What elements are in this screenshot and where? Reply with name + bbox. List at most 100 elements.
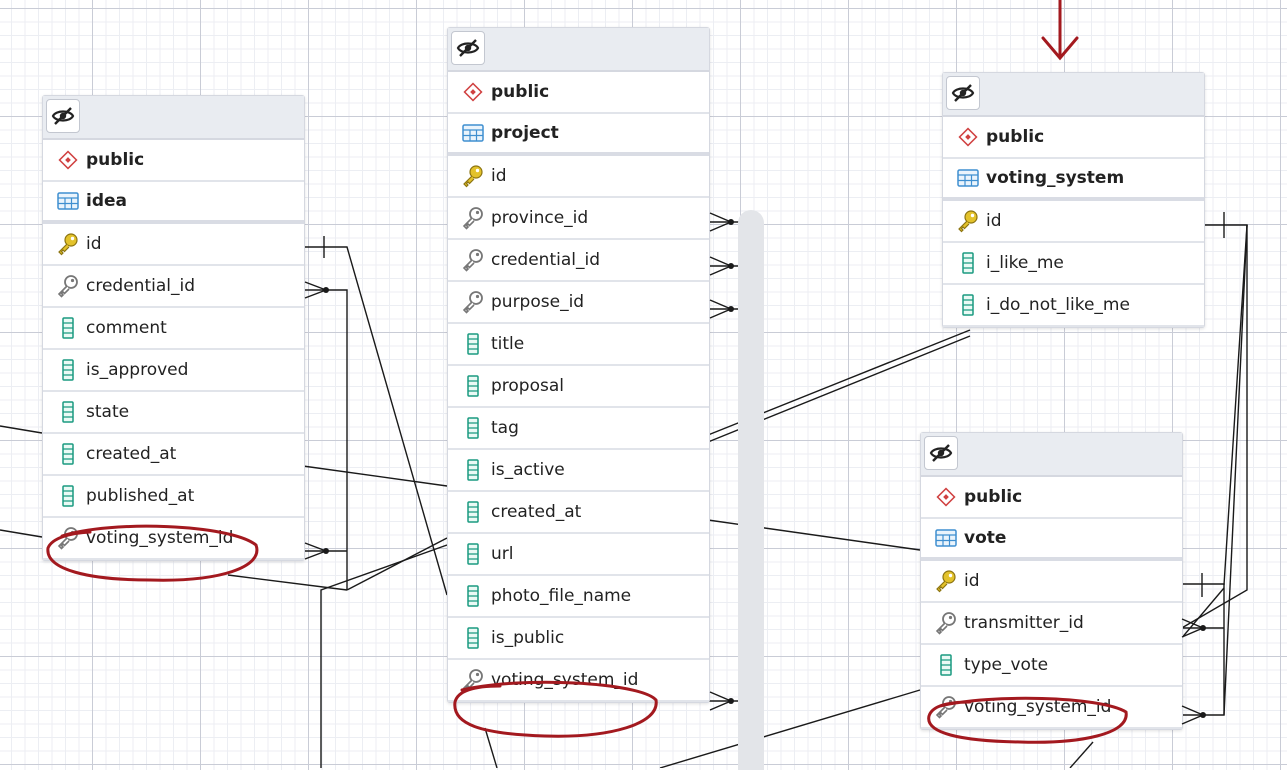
column-row[interactable]: voting_system_id bbox=[921, 687, 1182, 729]
column-icon bbox=[460, 415, 486, 441]
table-name: idea bbox=[86, 191, 127, 211]
column-row[interactable]: voting_system_id bbox=[43, 518, 304, 560]
column-name: photo_file_name bbox=[491, 586, 632, 606]
column-name: url bbox=[491, 544, 514, 564]
foreign-key-icon bbox=[933, 610, 959, 636]
schema-diamond-icon bbox=[955, 124, 981, 150]
table-project[interactable]: public project id province_id credential_idp… bbox=[447, 27, 710, 703]
column-row[interactable]: province_id bbox=[448, 198, 709, 240]
table-grid-icon bbox=[460, 120, 486, 146]
column-row[interactable]: i_do_not_like_me bbox=[943, 285, 1204, 327]
table-name-row[interactable]: idea bbox=[43, 182, 304, 224]
column-row[interactable]: credential_id bbox=[448, 240, 709, 282]
column-row[interactable]: i_like_me bbox=[943, 243, 1204, 285]
column-icon bbox=[55, 483, 81, 509]
table-voting-system[interactable]: public voting_system id i_like_me i_do_not_l… bbox=[942, 72, 1205, 328]
column-icon bbox=[460, 331, 486, 357]
column-row[interactable]: title bbox=[448, 324, 709, 366]
column-row[interactable]: transmitter_id bbox=[921, 603, 1182, 645]
scroll-track[interactable] bbox=[738, 210, 764, 770]
column-row[interactable]: credential_id bbox=[43, 266, 304, 308]
relationship-line bbox=[303, 289, 348, 590]
column-name: voting_system_id bbox=[964, 697, 1112, 717]
primary-key-icon bbox=[55, 231, 81, 257]
schema-diamond-icon bbox=[460, 79, 486, 105]
table-idea[interactable]: public idea id credential_idcomment is_appro… bbox=[42, 95, 305, 561]
column-icon bbox=[55, 441, 81, 467]
schema-row[interactable]: public bbox=[921, 477, 1182, 519]
column-row[interactable]: purpose_id bbox=[448, 282, 709, 324]
column-name: purpose_id bbox=[491, 292, 585, 312]
schema-name: public bbox=[86, 150, 145, 170]
column-icon bbox=[933, 652, 959, 678]
column-row[interactable]: id bbox=[448, 156, 709, 198]
schema-row[interactable]: public bbox=[43, 140, 304, 182]
column-name: i_like_me bbox=[986, 253, 1064, 273]
schema-name: public bbox=[964, 487, 1023, 507]
column-row[interactable]: tag bbox=[448, 408, 709, 450]
schema-diamond-icon bbox=[55, 147, 81, 173]
table-header[interactable] bbox=[43, 96, 304, 140]
column-row[interactable]: is_public bbox=[448, 618, 709, 660]
column-row[interactable]: comment bbox=[43, 308, 304, 350]
column-row[interactable]: photo_file_name bbox=[448, 576, 709, 618]
column-name: title bbox=[491, 334, 525, 354]
column-icon bbox=[955, 292, 981, 318]
schema-row[interactable]: public bbox=[943, 117, 1204, 159]
column-row[interactable]: id bbox=[921, 561, 1182, 603]
column-name: is_approved bbox=[86, 360, 189, 380]
column-name: id bbox=[964, 571, 980, 591]
column-name: province_id bbox=[491, 208, 589, 228]
schema-name: public bbox=[491, 82, 550, 102]
column-row[interactable]: published_at bbox=[43, 476, 304, 518]
column-row[interactable]: url bbox=[448, 534, 709, 576]
column-row[interactable]: voting_system_id bbox=[448, 660, 709, 702]
column-name: id bbox=[491, 166, 507, 186]
table-grid-icon bbox=[955, 165, 981, 191]
table-name: project bbox=[491, 123, 559, 143]
column-row[interactable]: id bbox=[943, 201, 1204, 243]
column-icon bbox=[460, 499, 486, 525]
column-name: transmitter_id bbox=[964, 613, 1084, 633]
column-row[interactable]: created_at bbox=[43, 434, 304, 476]
column-name: voting_system_id bbox=[86, 528, 234, 548]
table-name-row[interactable]: voting_system bbox=[943, 159, 1204, 201]
table-name-row[interactable]: vote bbox=[921, 519, 1182, 561]
column-name: id bbox=[86, 234, 102, 254]
schema-name: public bbox=[986, 127, 1045, 147]
relationship-line bbox=[320, 544, 448, 768]
column-name: tag bbox=[491, 418, 519, 438]
column-row[interactable]: type_vote bbox=[921, 645, 1182, 687]
column-icon bbox=[55, 357, 81, 383]
primary-key-icon bbox=[933, 568, 959, 594]
column-row[interactable]: is_active bbox=[448, 450, 709, 492]
table-header[interactable] bbox=[943, 73, 1204, 117]
column-name: published_at bbox=[86, 486, 195, 506]
table-header[interactable] bbox=[448, 28, 709, 72]
table-name-row[interactable]: project bbox=[448, 114, 709, 156]
column-name: voting_system_id bbox=[491, 670, 639, 690]
column-name: is_public bbox=[491, 628, 565, 648]
table-name: vote bbox=[964, 528, 1007, 548]
foreign-key-icon bbox=[460, 667, 486, 693]
schema-row[interactable]: public bbox=[448, 72, 709, 114]
hide-columns-button[interactable] bbox=[46, 99, 80, 133]
column-icon bbox=[460, 583, 486, 609]
column-row[interactable]: created_at bbox=[448, 492, 709, 534]
column-name: credential_id bbox=[491, 250, 600, 270]
foreign-key-icon bbox=[55, 273, 81, 299]
table-vote[interactable]: public vote id transmitter_id type_votevotin… bbox=[920, 432, 1183, 730]
column-name: created_at bbox=[86, 444, 177, 464]
hide-columns-button[interactable] bbox=[946, 76, 980, 110]
column-row[interactable]: proposal bbox=[448, 366, 709, 408]
column-row[interactable]: id bbox=[43, 224, 304, 266]
table-header[interactable] bbox=[921, 433, 1182, 477]
column-name: comment bbox=[86, 318, 167, 338]
hide-columns-button[interactable] bbox=[924, 436, 958, 470]
eye-slash-icon bbox=[456, 38, 480, 58]
column-row[interactable]: state bbox=[43, 392, 304, 434]
relationship-line bbox=[0, 425, 43, 434]
column-row[interactable]: is_approved bbox=[43, 350, 304, 392]
eye-slash-icon bbox=[951, 83, 975, 103]
hide-columns-button[interactable] bbox=[451, 31, 485, 65]
